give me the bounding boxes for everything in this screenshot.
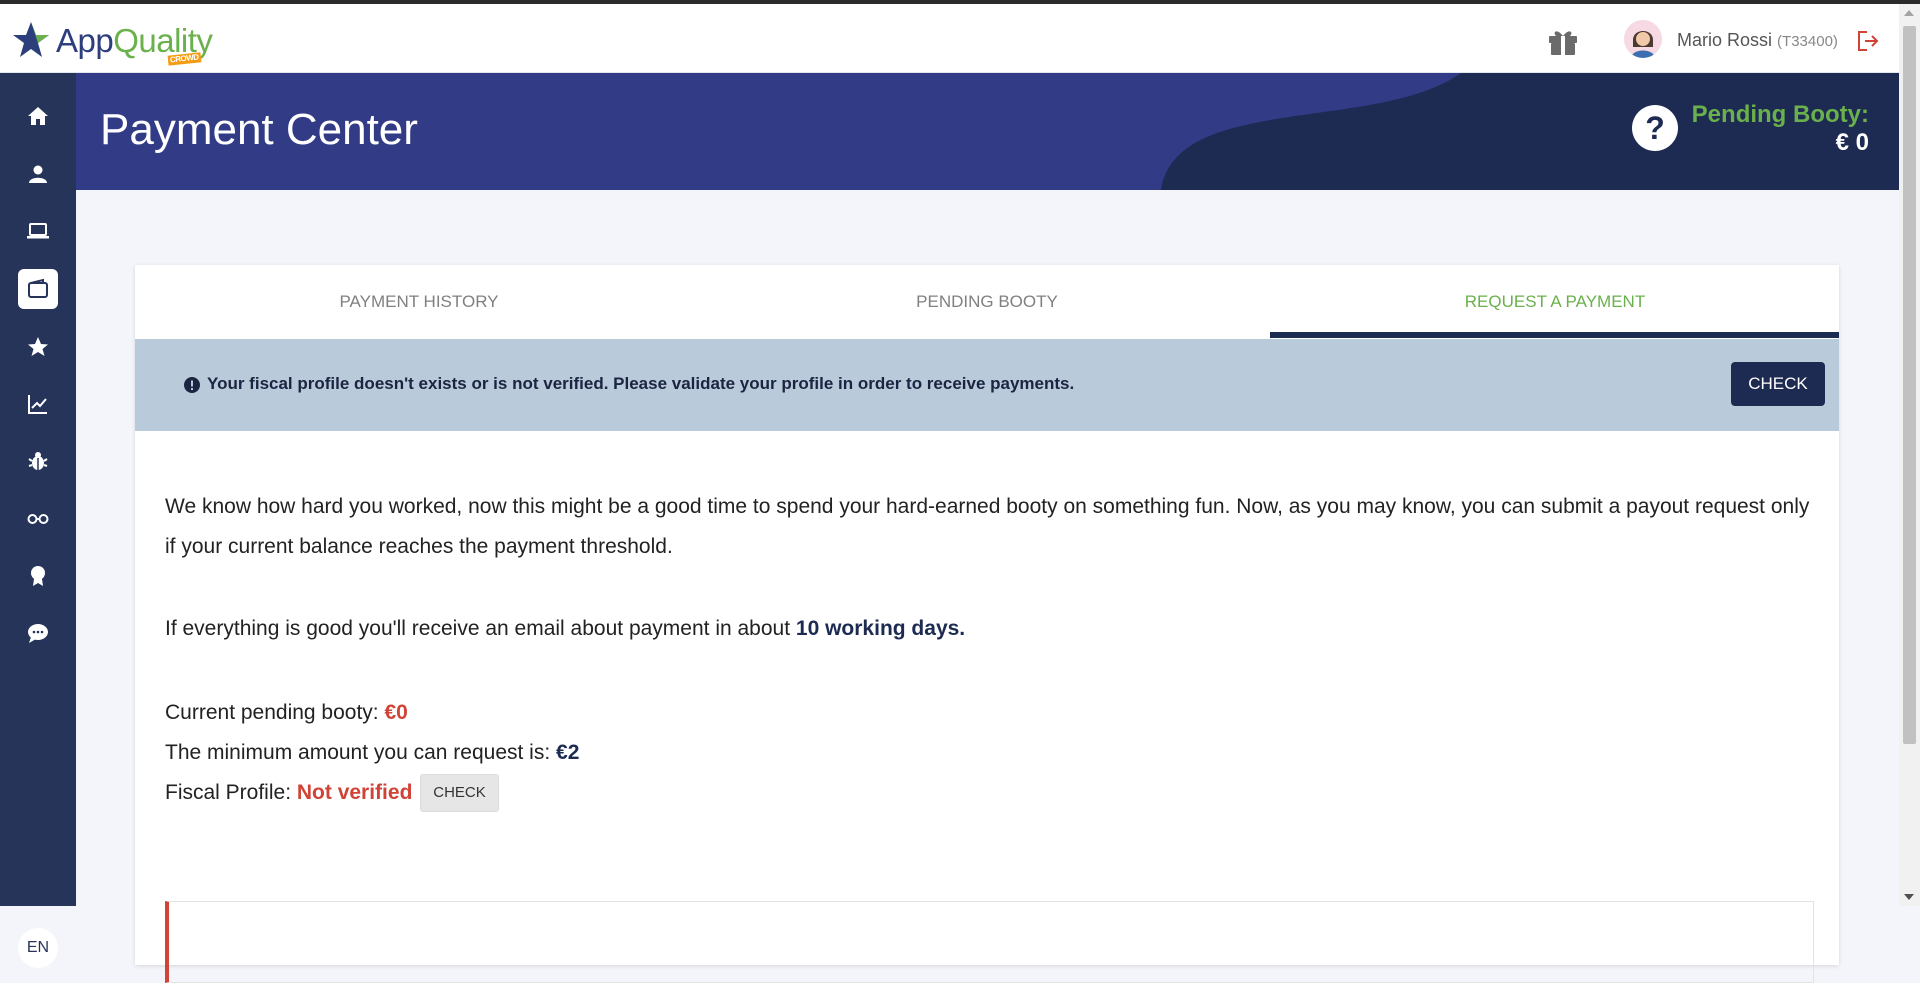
star-icon — [28, 337, 48, 356]
sidebar-item-devices[interactable] — [18, 211, 58, 251]
avatar[interactable] — [1624, 20, 1662, 58]
payment-tabs: PAYMENT HISTORY PENDING BOOTY REQUEST A … — [135, 265, 1839, 340]
glasses-icon — [27, 514, 49, 524]
alert-message: Your fiscal profile doesn't exists or is… — [207, 374, 1075, 393]
avatar-illustration-icon — [1624, 20, 1662, 58]
help-question-icon[interactable]: ? — [1631, 104, 1679, 152]
fiscal-profile-row: Fiscal Profile: Not verified CHECK — [165, 773, 1815, 813]
sidebar: EN — [0, 73, 76, 968]
working-days-value: 10 working days. — [795, 617, 966, 640]
sidebar-item-chat[interactable] — [18, 613, 58, 653]
page-title: Payment Center — [100, 105, 418, 154]
sidebar-item-ranking[interactable] — [18, 327, 58, 367]
chart-icon — [28, 395, 47, 414]
request-payment-content: We know how hard you worked, now this mi… — [165, 487, 1815, 813]
email-info-paragraph: If everything is good you'll receive an … — [165, 609, 1815, 649]
intro-paragraph: We know how hard you worked, now this mi… — [165, 495, 1810, 558]
sidebar-item-profile[interactable] — [18, 154, 58, 194]
payment-card: PAYMENT HISTORY PENDING BOOTY REQUEST A … — [135, 265, 1839, 983]
active-tab-indicator — [1270, 332, 1839, 338]
star-logo-icon — [13, 22, 49, 57]
svg-text:?: ? — [1645, 110, 1665, 146]
language-switcher[interactable]: EN — [18, 928, 58, 968]
bug-icon — [28, 452, 48, 470]
home-icon — [28, 107, 48, 125]
sidebar-item-payments[interactable] — [18, 269, 58, 309]
page-scrollbar[interactable] — [1899, 4, 1920, 906]
scroll-down-arrow-icon[interactable] — [1904, 894, 1914, 900]
logout-icon[interactable] — [1855, 28, 1881, 54]
gift-icon[interactable] — [1546, 26, 1580, 56]
logo-wordmark: AppQuality CROWD — [56, 21, 213, 66]
chat-icon — [28, 624, 48, 643]
fiscal-profile-alert: Your fiscal profile doesn't exists or is… — [135, 339, 1839, 431]
scroll-up-arrow-icon[interactable] — [1904, 10, 1914, 16]
sidebar-item-badges[interactable] — [18, 556, 58, 596]
laptop-icon — [27, 223, 49, 239]
page-header: Payment Center ? Pending Booty: € 0 — [76, 73, 1899, 190]
wallet-icon — [28, 278, 48, 298]
fiscal-profile-status: Not verified — [296, 781, 413, 804]
appquality-logo[interactable]: AppQuality CROWD — [12, 18, 213, 66]
bottom-notice-box — [165, 901, 1814, 983]
sidebar-item-reviews[interactable] — [18, 498, 58, 538]
pending-booty-value: € 0 — [1835, 129, 1869, 156]
minimum-amount-value: €2 — [556, 741, 580, 764]
current-pending-row: Current pending booty: €0 — [165, 693, 1815, 733]
user-code: (T33400) — [1777, 33, 1838, 50]
tab-payment-history[interactable]: PAYMENT HISTORY — [135, 265, 703, 339]
award-icon — [31, 566, 45, 586]
user-icon — [29, 165, 47, 183]
minimum-amount-row: The minimum amount you can request is: €… — [165, 733, 1815, 773]
fiscal-check-button[interactable]: CHECK — [420, 774, 499, 813]
top-navbar: AppQuality CROWD Mario Rossi (T33400) — [0, 4, 1899, 73]
sidebar-item-stats[interactable] — [18, 384, 58, 424]
sidebar-item-home[interactable] — [18, 96, 58, 136]
scroll-thumb[interactable] — [1903, 26, 1916, 744]
current-pending-label: Current pending booty: — [165, 701, 379, 724]
current-pending-value: €0 — [384, 701, 408, 724]
minimum-amount-label: The minimum amount you can request is: — [165, 741, 551, 764]
tab-request-payment[interactable]: REQUEST A PAYMENT — [1271, 265, 1839, 339]
user-name[interactable]: Mario Rossi (T33400) — [1677, 30, 1838, 51]
tab-pending-booty[interactable]: PENDING BOOTY — [703, 265, 1271, 339]
pending-booty-label: Pending Booty: — [1691, 101, 1869, 128]
alert-check-button[interactable]: CHECK — [1731, 362, 1825, 406]
email-info-text: If everything is good you'll receive an … — [165, 617, 791, 640]
user-name-text: Mario Rossi — [1677, 30, 1773, 50]
sidebar-item-bugs[interactable] — [18, 441, 58, 481]
exclamation-circle-icon — [184, 377, 200, 393]
fiscal-profile-label: Fiscal Profile: — [165, 781, 292, 804]
logo-app-text: App — [56, 21, 114, 59]
